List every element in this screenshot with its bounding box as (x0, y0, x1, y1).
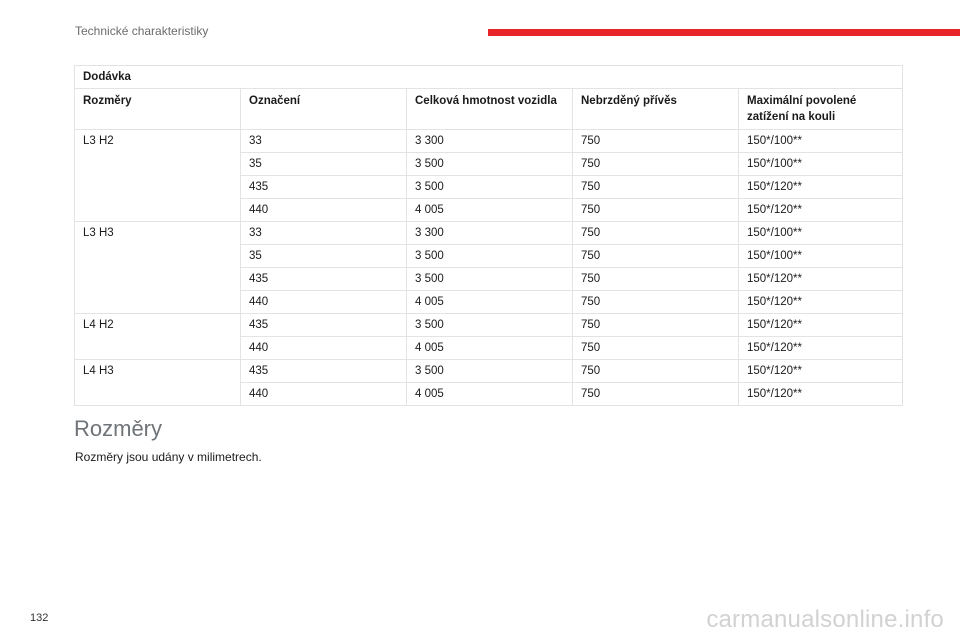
unbraked-trailer-cell: 750 (572, 152, 739, 176)
designation-cell: 33 (240, 129, 407, 153)
unbraked-trailer-cell: 750 (572, 382, 739, 406)
designation-cell: 440 (240, 382, 407, 406)
ball-load-cell: 150*/120** (737, 198, 904, 222)
ball-load-cell: 150*/120** (737, 175, 904, 199)
unbraked-trailer-cell: 750 (572, 290, 739, 314)
ball-load-cell: 150*/120** (737, 336, 904, 360)
total-weight-cell: 3 300 (406, 221, 573, 245)
designation-cell: 35 (240, 152, 407, 176)
table-caption: Dodávka (73, 65, 904, 89)
column-header-designation: Označení (240, 88, 407, 130)
dimension-cell: L3 H2 (74, 129, 241, 222)
ball-load-cell: 150*/100** (737, 221, 904, 245)
total-weight-cell: 3 500 (406, 359, 573, 383)
total-weight-cell: 3 500 (406, 244, 573, 268)
table-row: L3 H2 33 3 300 750 150*/100** (74, 129, 904, 222)
designation-cell: 33 (240, 221, 407, 245)
section-text: Rozměry jsou udány v milimetrech. (75, 450, 262, 464)
designation-cell: 435 (240, 267, 407, 291)
total-weight-cell: 3 500 (406, 267, 573, 291)
total-weight-cell: 4 005 (406, 382, 573, 406)
unbraked-trailer-cell: 750 (572, 175, 739, 199)
total-weight-cell: 4 005 (406, 336, 573, 360)
unbraked-trailer-cell: 750 (572, 129, 739, 153)
column-header-max-ball-load: Maximální povolené zatížení na kouli (737, 88, 904, 130)
dimension-cell: L3 H3 (74, 221, 241, 314)
total-weight-cell: 3 500 (406, 152, 573, 176)
designation-cell: 35 (240, 244, 407, 268)
designation-cell: 435 (240, 359, 407, 383)
unbraked-trailer-cell: 750 (572, 336, 739, 360)
total-weight-cell: 3 500 (406, 313, 573, 337)
table-row: L4 H3 435 3 500 750 150*/120** (74, 359, 904, 406)
table-row: L3 H3 33 3 300 750 150*/100** (74, 221, 904, 314)
ball-load-cell: 150*/120** (737, 313, 904, 337)
ball-load-cell: 150*/100** (737, 152, 904, 176)
designation-cell: 435 (240, 175, 407, 199)
unbraked-trailer-cell: 750 (572, 267, 739, 291)
column-header-dimensions: Rozměry (74, 88, 241, 130)
unbraked-trailer-cell: 750 (572, 198, 739, 222)
ball-load-cell: 150*/120** (737, 267, 904, 291)
header-title: Technické charakteristiky (75, 24, 209, 38)
total-weight-cell: 4 005 (406, 198, 573, 222)
dimension-cell: L4 H3 (74, 359, 241, 406)
spec-table: Dodávka Rozměry Označení Celková hmotnos… (73, 65, 904, 406)
unbraked-trailer-cell: 750 (572, 313, 739, 337)
section-heading: Rozměry (74, 416, 163, 441)
table-body: Dodávka Rozměry Označení Celková hmotnos… (73, 65, 904, 406)
page-number: 132 (30, 612, 49, 624)
unbraked-trailer-cell: 750 (572, 359, 739, 383)
designation-cell: 440 (240, 198, 407, 222)
table-row: L4 H2 435 3 500 750 150*/120** (74, 313, 904, 360)
column-header-total-weight: Celková hmotnost vozidla (406, 88, 573, 130)
ball-load-cell: 150*/120** (737, 382, 904, 406)
designation-cell: 435 (240, 313, 407, 337)
column-header-unbraked-trailer: Nebrzděný přívěs (572, 88, 739, 130)
total-weight-cell: 4 005 (406, 290, 573, 314)
ball-load-cell: 150*/120** (737, 290, 904, 314)
watermark: carmanualsonline.info (706, 606, 944, 633)
unbraked-trailer-cell: 750 (572, 244, 739, 268)
dimension-cell: L4 H2 (74, 313, 241, 360)
designation-cell: 440 (240, 336, 407, 360)
unbraked-trailer-cell: 750 (572, 221, 739, 245)
table-header-row: Rozměry Označení Celková hmotnost vozidl… (74, 88, 904, 130)
designation-cell: 440 (240, 290, 407, 314)
total-weight-cell: 3 300 (406, 129, 573, 153)
total-weight-cell: 3 500 (406, 175, 573, 199)
ball-load-cell: 150*/120** (737, 359, 904, 383)
ball-load-cell: 150*/100** (737, 129, 904, 153)
header-accent-bar (488, 29, 960, 36)
table-caption-row: Dodávka (73, 65, 904, 89)
ball-load-cell: 150*/100** (737, 244, 904, 268)
